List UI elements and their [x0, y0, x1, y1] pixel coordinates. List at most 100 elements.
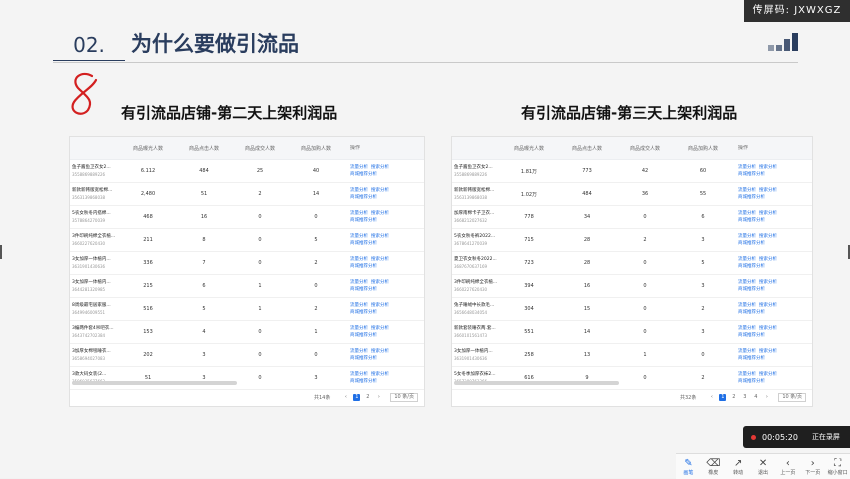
- mall-recommend-link[interactable]: 商城推荐分析: [738, 309, 765, 316]
- exit-tool[interactable]: ✕ 退出: [751, 454, 776, 479]
- recording-indicator[interactable]: 00:05:20 正在录屏: [743, 426, 850, 448]
- mall-recommend-link[interactable]: 商城推荐分析: [350, 286, 377, 293]
- search-analysis-link[interactable]: 搜索分析: [759, 256, 777, 263]
- header-metric-3[interactable]: 商品加购人数: [674, 145, 732, 152]
- page-size-select[interactable]: 10 条/页: [390, 393, 418, 402]
- product-cell[interactable]: 8周级最宅居家服... 3649946009551: [70, 302, 120, 316]
- mall-recommend-link[interactable]: 商城推荐分析: [350, 194, 377, 201]
- product-cell[interactable]: 3女加厚一体植内... 3644281320985: [70, 279, 120, 293]
- product-cell[interactable]: 3件印刷纯棉全衣植... 3660227620430: [70, 233, 120, 247]
- search-analysis-link[interactable]: 搜索分析: [371, 256, 389, 263]
- horizontal-scrollbar[interactable]: [72, 381, 237, 385]
- product-name[interactable]: 新款新韩版宽松棉...: [72, 187, 120, 194]
- next-page-button[interactable]: ›: [763, 394, 770, 401]
- next-page-button[interactable]: ›: [375, 394, 382, 401]
- traffic-analysis-link[interactable]: 流量分析: [738, 348, 756, 355]
- product-name[interactable]: 兔子睡绒中长款毛...: [454, 302, 500, 309]
- traffic-analysis-link[interactable]: 流量分析: [738, 164, 756, 171]
- shrink-window-tool[interactable]: ⛶ 缩小窗口: [825, 454, 850, 479]
- mall-recommend-link[interactable]: 商城推荐分析: [350, 378, 377, 385]
- search-analysis-link[interactable]: 搜索分析: [371, 210, 389, 217]
- mall-recommend-link[interactable]: 商城推荐分析: [738, 332, 765, 339]
- traffic-analysis-link[interactable]: 流量分析: [738, 371, 756, 378]
- search-analysis-link[interactable]: 搜索分析: [371, 302, 389, 309]
- product-name[interactable]: 鱼子酱鱼卫衣女2...: [454, 164, 500, 171]
- product-name[interactable]: 3女加厚一体植内...: [72, 256, 120, 263]
- product-cell[interactable]: 3女加厚一体植内... 3631901430636: [452, 348, 500, 362]
- prev-page-tool[interactable]: ‹ 上一页: [775, 454, 800, 479]
- product-name[interactable]: 加厚南棉卡子卫衣...: [454, 210, 500, 217]
- mall-recommend-link[interactable]: 商城推荐分析: [738, 171, 765, 178]
- mall-recommend-link[interactable]: 商城推荐分析: [738, 194, 765, 201]
- header-metric-2[interactable]: 商品成交人数: [616, 145, 674, 152]
- mall-recommend-link[interactable]: 商城推荐分析: [738, 378, 765, 385]
- product-cell[interactable]: 3女加厚一体植内... 3631901430636: [70, 256, 120, 270]
- search-analysis-link[interactable]: 搜索分析: [759, 348, 777, 355]
- mall-recommend-link[interactable]: 商城推荐分析: [350, 217, 377, 224]
- product-cell[interactable]: 鱼子酱鱼卫衣女2... 3558869889226: [70, 164, 120, 178]
- product-cell[interactable]: 兔子睡绒中长款毛... 3656648034054: [452, 302, 500, 316]
- mall-recommend-link[interactable]: 商城推荐分析: [350, 355, 377, 362]
- product-name[interactable]: 3编两件套4吊吧衣...: [72, 325, 120, 332]
- eraser-tool[interactable]: ⌫ 橡皮: [701, 454, 726, 479]
- product-name[interactable]: 5农女秋冬裤2022...: [454, 233, 500, 240]
- product-name[interactable]: 夏卫衣女秋冬2022...: [454, 256, 500, 263]
- search-analysis-link[interactable]: 搜索分析: [371, 164, 389, 171]
- traffic-analysis-link[interactable]: 流量分析: [738, 302, 756, 309]
- traffic-analysis-link[interactable]: 流量分析: [738, 279, 756, 286]
- page-1-button[interactable]: 1: [719, 394, 727, 401]
- traffic-analysis-link[interactable]: 流量分析: [738, 256, 756, 263]
- traffic-analysis-link[interactable]: 流量分析: [738, 210, 756, 217]
- traffic-analysis-link[interactable]: 流量分析: [738, 233, 756, 240]
- product-name[interactable]: 鱼子酱鱼卫衣女2...: [72, 164, 120, 171]
- product-name[interactable]: 3件印刷纯棉全衣植...: [454, 279, 500, 286]
- page-1-button[interactable]: 1: [353, 394, 361, 401]
- next-page-tool[interactable]: › 下一页: [800, 454, 825, 479]
- search-analysis-link[interactable]: 搜索分析: [759, 233, 777, 240]
- page-2-button[interactable]: 2: [364, 394, 371, 401]
- page-2-button[interactable]: 2: [730, 394, 737, 401]
- mall-recommend-link[interactable]: 商城推荐分析: [738, 286, 765, 293]
- product-name[interactable]: 3女加厚一体植内...: [72, 279, 120, 286]
- search-analysis-link[interactable]: 搜索分析: [759, 164, 777, 171]
- search-analysis-link[interactable]: 搜索分析: [759, 187, 777, 194]
- page-size-select[interactable]: 10 条/页: [778, 393, 806, 402]
- mall-recommend-link[interactable]: 商城推荐分析: [350, 240, 377, 247]
- traffic-analysis-link[interactable]: 流量分析: [350, 348, 368, 355]
- header-metric-1[interactable]: 商品点击人数: [176, 145, 232, 152]
- pen-tool[interactable]: ✎ 画笔: [676, 454, 701, 479]
- product-cell[interactable]: 夏卫衣女秋冬2022... 3687670637169: [452, 256, 500, 270]
- prev-page-button[interactable]: ‹: [708, 394, 715, 401]
- search-analysis-link[interactable]: 搜索分析: [371, 371, 389, 378]
- header-metric-0[interactable]: 商品曝光人数: [120, 145, 176, 152]
- pointer-tool[interactable]: ↗ 转动: [726, 454, 751, 479]
- traffic-analysis-link[interactable]: 流量分析: [350, 256, 368, 263]
- mall-recommend-link[interactable]: 商城推荐分析: [738, 263, 765, 270]
- product-cell[interactable]: 新款新韩版宽松棉... 3563139868038: [452, 187, 500, 201]
- traffic-analysis-link[interactable]: 流量分析: [350, 279, 368, 286]
- header-metric-1[interactable]: 商品点击人数: [558, 145, 616, 152]
- mall-recommend-link[interactable]: 商城推荐分析: [350, 309, 377, 316]
- product-cell[interactable]: 新款新韩版宽松棉... 3563139868038: [70, 187, 120, 201]
- traffic-analysis-link[interactable]: 流量分析: [350, 371, 368, 378]
- product-name[interactable]: 3加厚女棉毯睡衣...: [72, 348, 120, 355]
- header-metric-3[interactable]: 商品加购人数: [288, 145, 344, 152]
- mall-recommend-link[interactable]: 商城推荐分析: [350, 332, 377, 339]
- mall-recommend-link[interactable]: 商城推荐分析: [738, 355, 765, 362]
- product-cell[interactable]: 新款套装睡衣两.套... 3660101561473: [452, 325, 500, 339]
- search-analysis-link[interactable]: 搜索分析: [371, 348, 389, 355]
- page-4-button[interactable]: 4: [752, 394, 759, 401]
- product-cell[interactable]: 3件印刷纯棉全衣植... 3660227620430: [452, 279, 500, 293]
- mall-recommend-link[interactable]: 商城推荐分析: [350, 263, 377, 270]
- search-analysis-link[interactable]: 搜索分析: [759, 210, 777, 217]
- search-analysis-link[interactable]: 搜索分析: [371, 233, 389, 240]
- search-analysis-link[interactable]: 搜索分析: [371, 187, 389, 194]
- traffic-analysis-link[interactable]: 流量分析: [350, 302, 368, 309]
- traffic-analysis-link[interactable]: 流量分析: [738, 325, 756, 332]
- product-cell[interactable]: 鱼子酱鱼卫衣女2... 3558869889226: [452, 164, 500, 178]
- traffic-analysis-link[interactable]: 流量分析: [350, 187, 368, 194]
- header-actions[interactable]: 操作: [732, 145, 812, 152]
- product-cell[interactable]: 3加厚女棉毯睡衣... 3658694027083: [70, 348, 120, 362]
- search-analysis-link[interactable]: 搜索分析: [759, 279, 777, 286]
- product-cell[interactable]: 5农女秋冬裤2022... 3678641270039: [452, 233, 500, 247]
